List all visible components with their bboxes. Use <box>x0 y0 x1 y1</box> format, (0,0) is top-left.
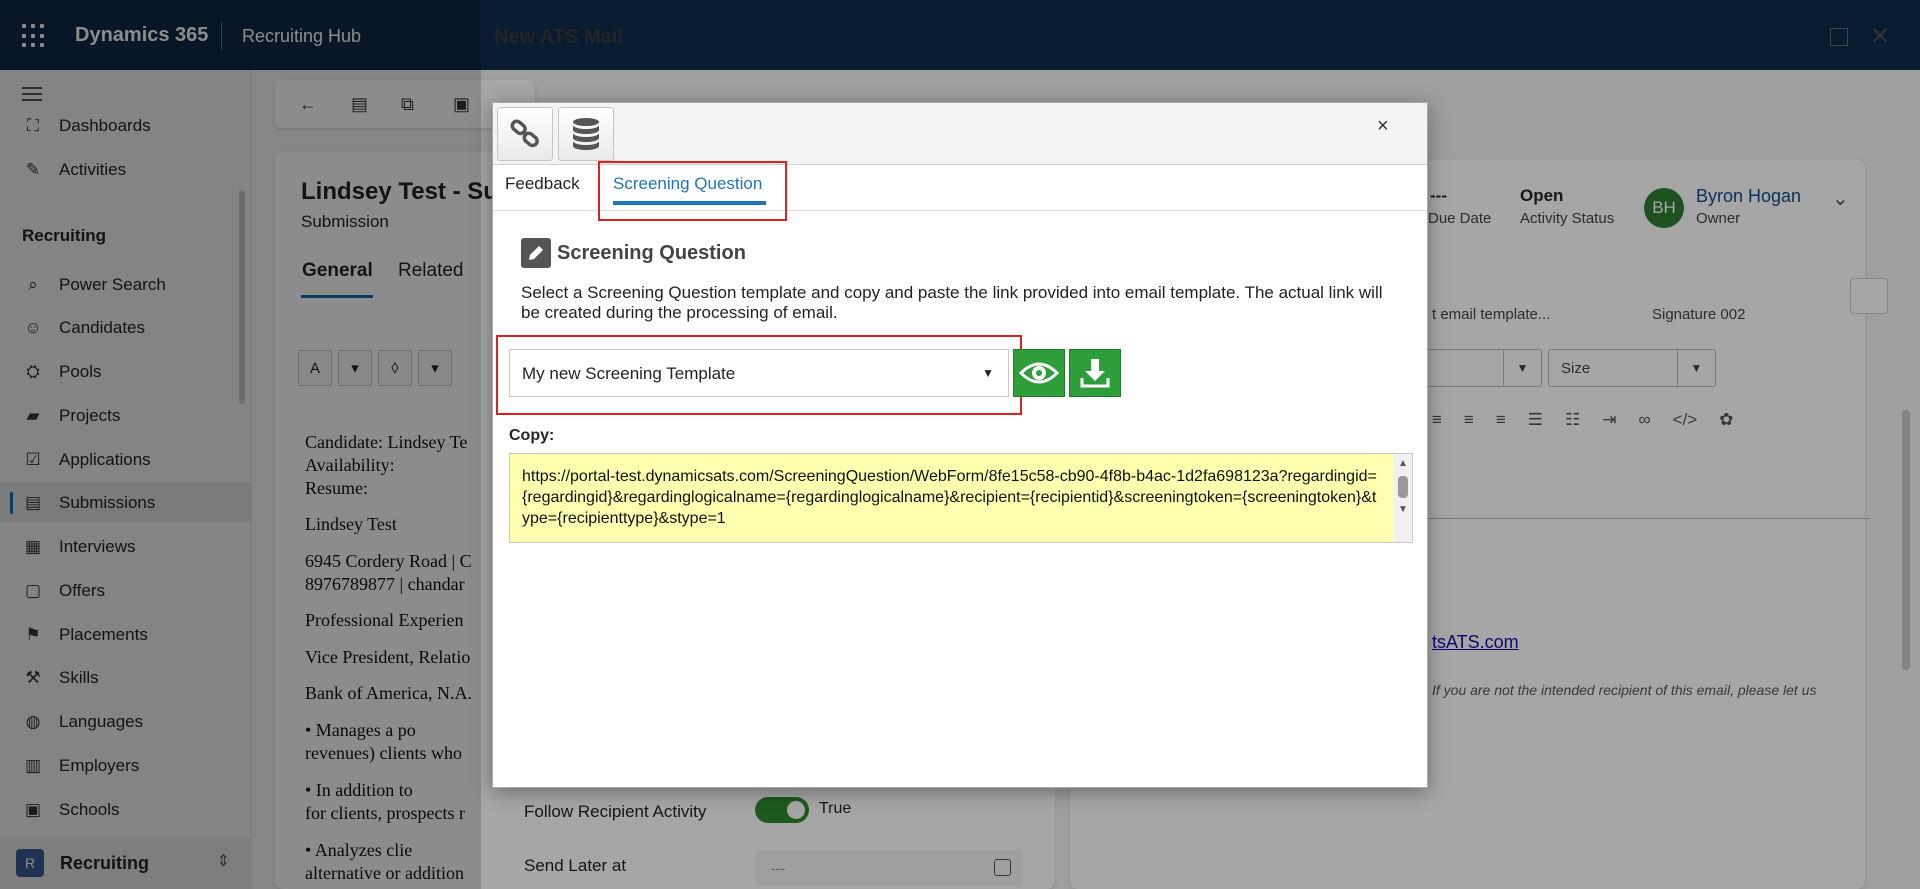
download-icon <box>1080 359 1110 388</box>
textarea-scrollbar[interactable]: ▲ ▼ <box>1394 454 1412 542</box>
eye-icon <box>1019 362 1059 384</box>
database-icon <box>573 118 599 150</box>
panel-title: New ATS Mail <box>494 26 623 48</box>
section-description: Select a Screening Question template and… <box>521 283 1383 322</box>
chevron-down-icon: ▼ <box>982 366 994 380</box>
database-button[interactable] <box>558 107 614 161</box>
copy-link-textarea[interactable]: https://portal-test.dynamicsats.com/Scre… <box>509 453 1413 543</box>
preview-button[interactable] <box>1013 349 1065 397</box>
dialog-close-button[interactable]: × <box>1377 115 1389 138</box>
modal-backdrop[interactable] <box>0 0 481 889</box>
link-button[interactable] <box>497 107 553 161</box>
scroll-thumb[interactable] <box>1398 476 1408 498</box>
copy-link-text[interactable]: https://portal-test.dynamicsats.com/Scre… <box>522 466 1382 529</box>
template-select-value: My new Screening Template <box>522 364 736 383</box>
tab-feedback[interactable]: Feedback <box>505 174 580 194</box>
copy-label: Copy: <box>509 427 555 444</box>
screening-dialog: × Feedback Screening Question Screening … <box>492 102 1428 788</box>
scroll-down-icon[interactable]: ▼ <box>1398 504 1408 515</box>
section-title: Screening Question <box>557 241 746 264</box>
section-heading: Screening Question <box>521 238 746 268</box>
chain-link-icon <box>510 119 539 148</box>
template-select[interactable]: My new Screening Template ▼ <box>509 349 1009 397</box>
expand-icon[interactable] <box>1830 28 1848 46</box>
edit-icon <box>521 238 551 268</box>
scroll-up-icon[interactable]: ▲ <box>1398 458 1408 469</box>
tab-highlight-box <box>598 161 787 221</box>
dialog-header: × <box>493 103 1427 165</box>
download-button[interactable] <box>1069 349 1121 397</box>
close-icon[interactable]: ✕ <box>1870 22 1890 51</box>
